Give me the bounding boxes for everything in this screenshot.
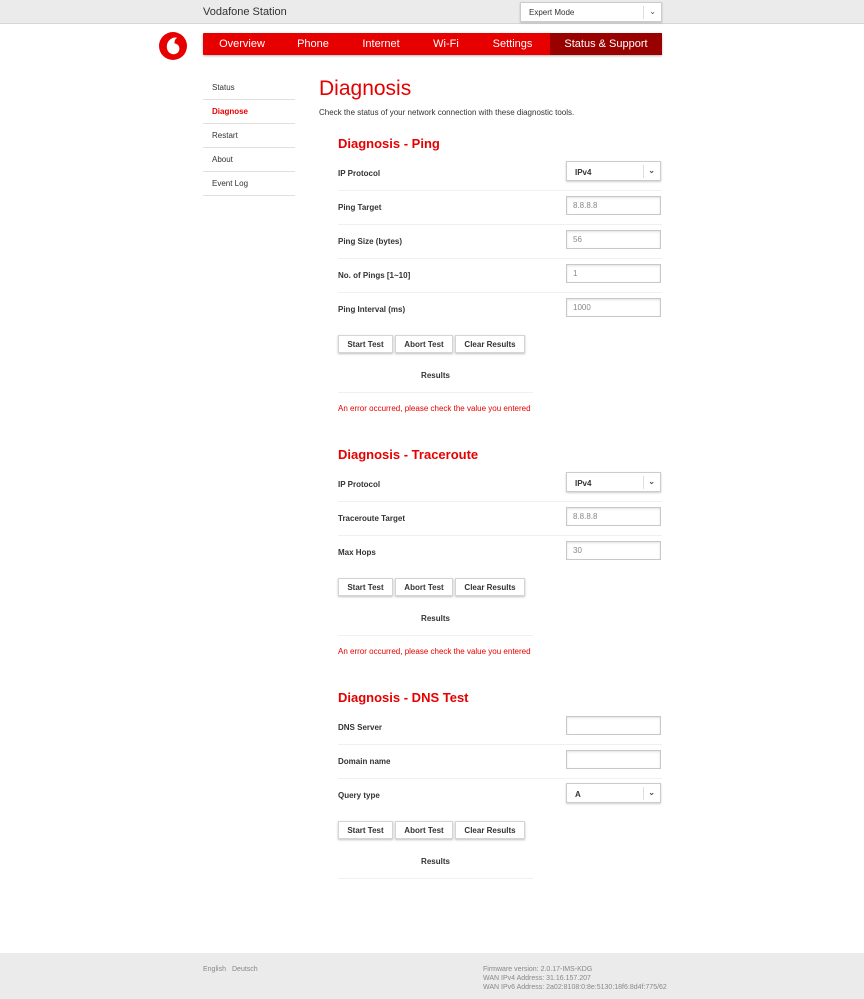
chevron-down-icon: ⌄	[648, 788, 655, 797]
nav-item-phone[interactable]: Phone	[281, 33, 345, 55]
traceroute-error-message: An error occurred, please check the valu…	[338, 647, 531, 656]
ping-size-input[interactable]	[566, 230, 661, 249]
sidebar: Status Diagnose Restart About Event Log	[203, 76, 295, 196]
ping-start-test-button[interactable]: Start Test	[338, 335, 393, 353]
dns-section: Diagnosis - DNS Test DNS Server Domain n…	[338, 690, 662, 879]
language-link-deutsch[interactable]: Deutsch	[232, 966, 258, 973]
dns-abort-test-button[interactable]: Abort Test	[395, 821, 453, 839]
select-divider	[643, 6, 644, 19]
vodafone-logo[interactable]	[158, 31, 188, 61]
field-label: Domain name	[338, 757, 391, 766]
traceroute-start-test-button[interactable]: Start Test	[338, 578, 393, 596]
dns-button-row: Start Test Abort Test Clear Results	[338, 821, 662, 841]
sidebar-item-diagnose[interactable]: Diagnose	[203, 100, 295, 124]
traceroute-abort-test-button[interactable]: Abort Test	[395, 578, 453, 596]
nav-item-settings[interactable]: Settings	[475, 33, 550, 55]
nav-item-internet[interactable]: Internet	[345, 33, 417, 55]
sidebar-item-restart[interactable]: Restart	[203, 124, 295, 148]
field-label: Traceroute Target	[338, 514, 405, 523]
ping-size-row: Ping Size (bytes)	[338, 225, 662, 259]
traceroute-section: Diagnosis - Traceroute IP Protocol IPv4 …	[338, 447, 662, 656]
nav-item-status-support[interactable]: Status & Support	[550, 33, 662, 55]
traceroute-ip-protocol-row: IP Protocol IPv4 ⌄	[338, 468, 662, 502]
select-value: IPv4	[575, 168, 592, 177]
traceroute-results-header: Results	[338, 602, 533, 636]
ping-clear-results-button[interactable]: Clear Results	[455, 335, 525, 353]
ping-section: Diagnosis - Ping IP Protocol IPv4 ⌄ Ping…	[338, 136, 662, 413]
footer: English Deutsch Firmware version: 2.0.17…	[0, 953, 864, 999]
dns-domain-row: Domain name	[338, 745, 662, 779]
mode-select[interactable]: Expert Mode ⌄	[520, 2, 662, 22]
section-title: Diagnosis - Traceroute	[338, 447, 479, 462]
select-value: A	[575, 790, 581, 799]
chevron-down-icon: ⌄	[648, 166, 655, 175]
dns-server-input[interactable]	[566, 716, 661, 735]
field-label: Ping Target	[338, 203, 382, 212]
main-nav: Overview Phone Internet Wi-Fi Settings S…	[203, 33, 662, 55]
main-content: Diagnosis Check the status of your netwo…	[319, 76, 664, 117]
traceroute-max-hops-input[interactable]	[566, 541, 661, 560]
field-label: IP Protocol	[338, 480, 381, 489]
ping-interval-input[interactable]	[566, 298, 661, 317]
traceroute-target-row: Traceroute Target	[338, 502, 662, 536]
chevron-down-icon: ⌄	[648, 477, 655, 486]
dns-clear-results-button[interactable]: Clear Results	[455, 821, 525, 839]
traceroute-clear-results-button[interactable]: Clear Results	[455, 578, 525, 596]
language-link-english[interactable]: English	[203, 966, 226, 973]
ping-target-input[interactable]	[566, 196, 661, 215]
ping-results-header: Results	[338, 359, 533, 393]
select-divider	[643, 476, 644, 489]
field-label: Ping Interval (ms)	[338, 305, 406, 314]
brand-title: Vodafone Station	[203, 6, 287, 18]
ping-ip-protocol-select[interactable]: IPv4 ⌄	[566, 161, 661, 181]
field-label: DNS Server	[338, 723, 383, 732]
chevron-down-icon: ⌄	[649, 7, 656, 16]
traceroute-target-input[interactable]	[566, 507, 661, 526]
sidebar-item-status[interactable]: Status	[203, 76, 295, 100]
section-title: Diagnosis - Ping	[338, 136, 440, 151]
ping-button-row: Start Test Abort Test Clear Results	[338, 335, 662, 355]
select-value: IPv4	[575, 479, 592, 488]
mode-select-value: Expert Mode	[529, 8, 575, 17]
ping-count-row: No. of Pings [1~10]	[338, 259, 662, 293]
section-title: Diagnosis - DNS Test	[338, 690, 469, 705]
select-divider	[643, 165, 644, 178]
sidebar-item-about[interactable]: About	[203, 148, 295, 172]
dns-results-header: Results	[338, 845, 533, 879]
firmware-version: Firmware version: 2.0.17-IMS-KDG	[483, 966, 593, 973]
dns-query-type-select[interactable]: A ⌄	[566, 783, 661, 803]
dns-server-row: DNS Server	[338, 711, 662, 745]
ping-target-row: Ping Target	[338, 191, 662, 225]
field-label: No. of Pings [1~10]	[338, 271, 411, 280]
nav-item-overview[interactable]: Overview	[203, 33, 281, 55]
ping-interval-row: Ping Interval (ms)	[338, 293, 662, 327]
ping-ip-protocol-row: IP Protocol IPv4 ⌄	[338, 157, 662, 191]
wan-ipv6-address: WAN IPv6 Address: 2a02:8108:0:8e:5130:18…	[483, 984, 667, 991]
traceroute-ip-protocol-select[interactable]: IPv4 ⌄	[566, 472, 661, 492]
sidebar-item-event-log[interactable]: Event Log	[203, 172, 295, 196]
traceroute-button-row: Start Test Abort Test Clear Results	[338, 578, 662, 598]
page-title: Diagnosis	[319, 77, 412, 100]
dns-start-test-button[interactable]: Start Test	[338, 821, 393, 839]
wan-ipv4-address: WAN IPv4 Address: 31.16.157.207	[483, 975, 591, 982]
ping-error-message: An error occurred, please check the valu…	[338, 404, 531, 413]
ping-abort-test-button[interactable]: Abort Test	[395, 335, 453, 353]
ping-count-input[interactable]	[566, 264, 661, 283]
field-label: Query type	[338, 791, 380, 800]
dns-domain-input[interactable]	[566, 750, 661, 769]
field-label: IP Protocol	[338, 169, 381, 178]
field-label: Ping Size (bytes)	[338, 237, 403, 246]
traceroute-max-hops-row: Max Hops	[338, 536, 662, 570]
field-label: Max Hops	[338, 548, 376, 557]
device-info: Firmware version: 2.0.17-IMS-KDG WAN IPv…	[483, 965, 667, 992]
nav-item-wifi[interactable]: Wi-Fi	[417, 33, 475, 55]
select-divider	[643, 787, 644, 800]
top-bar: Vodafone Station Expert Mode ⌄	[0, 0, 864, 24]
dns-query-type-row: Query type A ⌄	[338, 779, 662, 813]
page-description: Check the status of your network connect…	[319, 108, 575, 117]
